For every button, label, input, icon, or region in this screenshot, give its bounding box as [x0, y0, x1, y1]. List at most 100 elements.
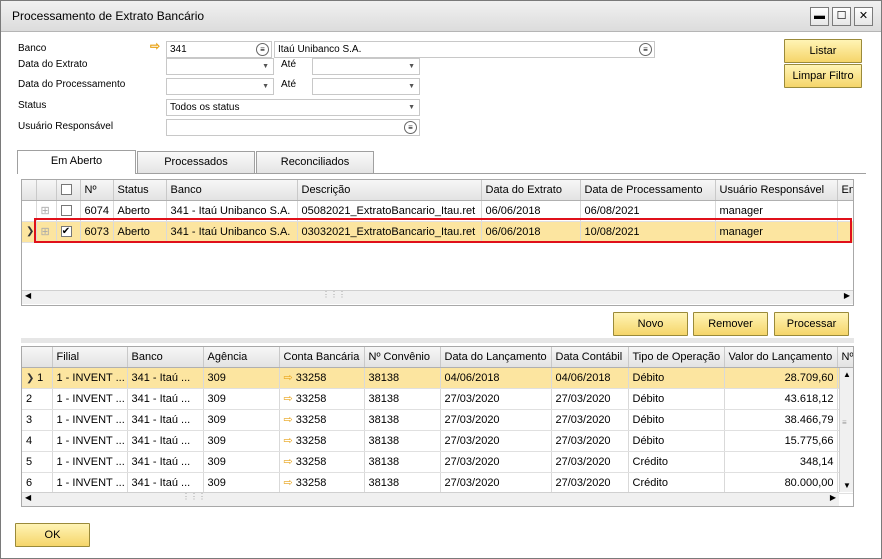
cell[interactable]: Débito: [628, 388, 725, 410]
column-header[interactable]: Descrição: [297, 180, 482, 201]
splitter[interactable]: [21, 338, 854, 343]
chevron-down-icon[interactable]: ▼: [408, 79, 415, 94]
table-row[interactable]: 51 - INVENT ... 341 - Itaú ... 309 ⇨ 33258 3…: [22, 451, 853, 473]
cell[interactable]: 15.775,66: [724, 430, 838, 452]
horizontal-scrollbar[interactable]: ◀ ⋮⋮⋮ ▶: [22, 290, 853, 304]
row-number[interactable]: 2: [22, 388, 53, 410]
cell[interactable]: 1 - INVENT ...: [52, 472, 128, 494]
maximize-button[interactable]: ☐: [832, 7, 851, 26]
chevron-down-icon[interactable]: ▼: [262, 79, 269, 94]
table-row[interactable]: 61 - INVENT ... 341 - Itaú ... 309 ⇨ 33258 3…: [22, 472, 853, 494]
ok-button[interactable]: OK: [15, 523, 90, 547]
cell[interactable]: 27/03/2020: [440, 388, 552, 410]
column-header[interactable]: Tipo de Operação: [628, 347, 725, 368]
select-all-header[interactable]: [56, 180, 81, 201]
cell[interactable]: Crédito: [628, 451, 725, 473]
column-header[interactable]: Banco: [166, 180, 298, 201]
cell[interactable]: 27/03/2020: [551, 451, 629, 473]
choose-list-icon[interactable]: ≡: [639, 43, 652, 56]
remover-button[interactable]: Remover: [693, 312, 768, 336]
banco-code-field[interactable]: 341 ≡: [166, 41, 272, 58]
choose-list-icon[interactable]: ≡: [256, 43, 269, 56]
table-row[interactable]: ❯ 11 - INVENT ... 341 - Itaú ... 309 ⇨ 3325…: [22, 367, 853, 389]
table-row[interactable]: 21 - INVENT ... 341 - Itaú ... 309 ⇨ 33258 3…: [22, 388, 853, 410]
scroll-right-icon[interactable]: ▶: [830, 493, 836, 502]
cell[interactable]: 1 - INVENT ...: [52, 430, 128, 452]
cell[interactable]: 1 - INVENT ...: [52, 367, 128, 389]
chevron-down-icon[interactable]: ▼: [262, 59, 269, 74]
scroll-left-icon[interactable]: ◀: [25, 291, 31, 300]
cell[interactable]: 38.466,79: [724, 409, 838, 431]
chevron-down-icon[interactable]: ▼: [408, 59, 415, 74]
table-row[interactable]: 41 - INVENT ... 341 - Itaú ... 309 ⇨ 33258 3…: [22, 430, 853, 452]
column-header[interactable]: Banco: [127, 347, 204, 368]
cell[interactable]: 341 - Itaú ...: [127, 388, 204, 410]
choose-list-icon[interactable]: ≡: [404, 121, 417, 134]
checkbox[interactable]: [60, 205, 72, 217]
conta-bancaria-cell[interactable]: ⇨ 33258: [279, 409, 365, 431]
cell[interactable]: 309: [203, 388, 280, 410]
row-number[interactable]: ❯ 1: [22, 367, 53, 389]
column-header[interactable]: Agência: [203, 347, 280, 368]
cell[interactable]: 38138: [364, 451, 441, 473]
conta-bancaria-cell[interactable]: ⇨ 33258: [279, 367, 365, 389]
scroll-grip-icon[interactable]: ⋮⋮⋮: [322, 290, 346, 299]
cell[interactable]: 80.000,00: [724, 472, 838, 494]
conta-bancaria-cell[interactable]: ⇨ 33258: [279, 451, 365, 473]
table-row[interactable]: 31 - INVENT ... 341 - Itaú ... 309 ⇨ 33258 3…: [22, 409, 853, 431]
cell[interactable]: 38138: [364, 472, 441, 494]
cell[interactable]: 43.618,12: [724, 388, 838, 410]
novo-button[interactable]: Novo: [613, 312, 688, 336]
column-header[interactable]: Usuário Responsável: [715, 180, 838, 201]
column-header[interactable]: Data Contábil: [551, 347, 629, 368]
link-arrow-icon[interactable]: ⇨: [150, 39, 160, 53]
scroll-left-icon[interactable]: ◀: [25, 493, 31, 502]
cell[interactable]: 04/06/2018: [440, 367, 552, 389]
cell[interactable]: 28.709,60: [724, 367, 838, 389]
column-header[interactable]: Nº Convênio: [364, 347, 441, 368]
cell[interactable]: Débito: [628, 430, 725, 452]
column-header[interactable]: En: [837, 180, 853, 201]
cell[interactable]: 38138: [364, 367, 441, 389]
scroll-down-icon[interactable]: ▼: [843, 481, 851, 490]
row-number[interactable]: 6: [22, 472, 53, 494]
banco-name-field[interactable]: Itaú Unibanco S.A. ≡: [274, 41, 655, 58]
listar-button[interactable]: Listar: [784, 39, 862, 63]
cell[interactable]: 38138: [364, 409, 441, 431]
link-arrow-icon[interactable]: ⇨: [284, 372, 296, 384]
tab-em-aberto[interactable]: Em Aberto: [17, 150, 136, 174]
cell[interactable]: 27/03/2020: [551, 409, 629, 431]
row-number[interactable]: 3: [22, 409, 53, 431]
cell[interactable]: 341 - Itaú ...: [127, 430, 204, 452]
cell[interactable]: 27/03/2020: [551, 388, 629, 410]
conta-bancaria-cell[interactable]: ⇨ 33258: [279, 472, 365, 494]
column-header[interactable]: Filial: [52, 347, 128, 368]
link-arrow-icon[interactable]: ⇨: [284, 477, 296, 489]
scroll-up-icon[interactable]: ▲: [843, 370, 851, 379]
cell[interactable]: 27/03/2020: [440, 430, 552, 452]
scroll-grip-icon[interactable]: ⋮⋮⋮: [182, 492, 206, 501]
column-header[interactable]: Status: [113, 180, 167, 201]
chevron-down-icon[interactable]: ▼: [408, 100, 415, 115]
tab-processados[interactable]: Processados: [137, 151, 255, 173]
column-header[interactable]: Nº: [80, 180, 114, 201]
column-header[interactable]: Data do Extrato: [481, 180, 581, 201]
tab-reconciliados[interactable]: Reconciliados: [256, 151, 374, 173]
usuario-field[interactable]: ≡: [166, 119, 420, 136]
checkbox[interactable]: [60, 184, 72, 196]
cell[interactable]: 1 - INVENT ...: [52, 409, 128, 431]
conta-bancaria-cell[interactable]: ⇨ 33258: [279, 430, 365, 452]
column-header[interactable]: Data do Lançamento: [440, 347, 552, 368]
status-select[interactable]: Todos os status ▼: [166, 99, 420, 116]
limpar-filtro-button[interactable]: Limpar Filtro: [784, 64, 862, 88]
cell[interactable]: 309: [203, 430, 280, 452]
cell[interactable]: 1 - INVENT ...: [52, 451, 128, 473]
cell[interactable]: Débito: [628, 409, 725, 431]
cell[interactable]: 04/06/2018: [551, 367, 629, 389]
column-header[interactable]: Data de Processamento: [580, 180, 716, 201]
data-extrato-from-field[interactable]: ▼: [166, 58, 274, 75]
cell[interactable]: 1 - INVENT ...: [52, 388, 128, 410]
conta-bancaria-cell[interactable]: ⇨ 33258: [279, 388, 365, 410]
column-header[interactable]: Nº: [837, 347, 853, 368]
data-processamento-from-field[interactable]: ▼: [166, 78, 274, 95]
